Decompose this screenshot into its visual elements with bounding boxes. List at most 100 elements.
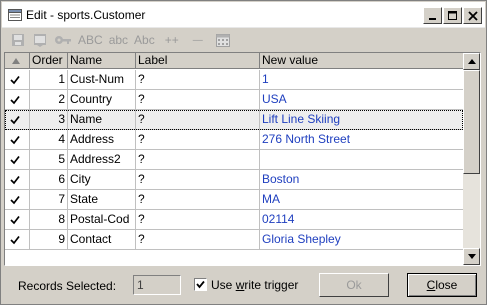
- edit-record-icon[interactable]: [32, 31, 48, 49]
- increment-button[interactable]: ++: [165, 31, 179, 49]
- order-cell: 1: [30, 70, 68, 90]
- label-cell[interactable]: ?: [136, 90, 260, 110]
- table-row[interactable]: 5 Address2?: [5, 150, 463, 170]
- label-cell[interactable]: ?: [136, 170, 260, 190]
- table-row[interactable]: 3 Name? Lift Line Skiing: [5, 110, 463, 130]
- label-cell[interactable]: ?: [136, 70, 260, 90]
- checkmark-icon[interactable]: [10, 215, 20, 225]
- order-cell: 9: [30, 230, 68, 250]
- order-cell: 2: [30, 90, 68, 110]
- new-value-cell[interactable]: USA: [260, 90, 463, 110]
- close-icon: [467, 10, 478, 21]
- new-value-cell[interactable]: 1: [260, 70, 463, 90]
- arrow-up-icon: [467, 59, 476, 64]
- calendar-icon[interactable]: [215, 31, 231, 49]
- footer: Records Selected: 1 Use write trigger Ok…: [2, 269, 485, 302]
- scroll-thumb[interactable]: [463, 70, 480, 174]
- checkmark-icon[interactable]: [10, 175, 20, 185]
- edit-window: Edit - sports.Customer ABC abc Abc ++ —: [0, 0, 487, 305]
- sort-indicator[interactable]: [5, 53, 30, 69]
- row-select-cell[interactable]: [5, 150, 30, 170]
- table-row[interactable]: 9 Contact? Gloria Shepley: [5, 230, 463, 250]
- column-header-name[interactable]: Name: [68, 53, 136, 69]
- table-row[interactable]: 7 State? MA: [5, 190, 463, 210]
- row-select-cell[interactable]: [5, 110, 30, 130]
- row-select-cell[interactable]: [5, 170, 30, 190]
- scroll-up-button[interactable]: [463, 53, 480, 70]
- column-header-new-value[interactable]: New value: [260, 53, 463, 69]
- minimize-button[interactable]: [423, 7, 442, 24]
- row-select-cell[interactable]: [5, 90, 30, 110]
- checkmark-icon[interactable]: [10, 135, 20, 145]
- row-select-cell[interactable]: [5, 130, 30, 150]
- column-header-label[interactable]: Label: [136, 53, 260, 69]
- label-cell[interactable]: ?: [136, 210, 260, 230]
- arrow-down-icon: [467, 254, 476, 259]
- write-trigger-label[interactable]: Use write trigger: [211, 278, 298, 292]
- new-value-cell[interactable]: 02114: [260, 210, 463, 230]
- records-selected-field: 1: [133, 275, 181, 295]
- label-cell[interactable]: ?: [136, 230, 260, 250]
- close-button[interactable]: Close: [407, 273, 477, 297]
- new-value-cell[interactable]: 276 North Street: [260, 130, 463, 150]
- write-trigger-checkbox[interactable]: [194, 278, 207, 291]
- close-window-button[interactable]: [463, 7, 482, 24]
- name-cell: City: [68, 170, 136, 190]
- name-cell: Address: [68, 130, 136, 150]
- label-cell[interactable]: ?: [136, 110, 260, 130]
- decrement-button[interactable]: —: [193, 31, 203, 49]
- sort-up-icon: [12, 58, 20, 64]
- new-value-cell[interactable]: Boston: [260, 170, 463, 190]
- uppercase-button[interactable]: ABC: [78, 31, 103, 49]
- new-value-cell[interactable]: [260, 150, 463, 170]
- checkmark-icon[interactable]: [10, 95, 20, 105]
- lowercase-button[interactable]: abc: [109, 31, 128, 49]
- order-cell: 7: [30, 190, 68, 210]
- row-select-cell[interactable]: [5, 70, 30, 90]
- new-value-cell[interactable]: MA: [260, 190, 463, 210]
- checkmark-icon[interactable]: [10, 195, 20, 205]
- new-value-cell[interactable]: Gloria Shepley: [260, 230, 463, 250]
- vertical-scrollbar[interactable]: [463, 53, 480, 265]
- new-value-cell[interactable]: Lift Line Skiing: [260, 110, 463, 130]
- checkmark-icon[interactable]: [10, 75, 20, 85]
- title-bar[interactable]: Edit - sports.Customer: [2, 2, 485, 28]
- order-cell: 5: [30, 150, 68, 170]
- scroll-down-button[interactable]: [463, 248, 480, 265]
- order-cell: 6: [30, 170, 68, 190]
- row-select-cell[interactable]: [5, 190, 30, 210]
- table-row[interactable]: 8 Postal-Cod? 02114: [5, 210, 463, 230]
- table-row[interactable]: 2 Country? USA: [5, 90, 463, 110]
- checkmark-icon[interactable]: [10, 235, 20, 245]
- table-row[interactable]: 1 Cust-Num? 1: [5, 70, 463, 90]
- toolbar: ABC abc Abc ++ —: [2, 29, 485, 51]
- table-row[interactable]: 4 Address? 276 North Street: [5, 130, 463, 150]
- name-cell: Cust-Num: [68, 70, 136, 90]
- label-cell[interactable]: ?: [136, 150, 260, 170]
- label-cell[interactable]: ?: [136, 190, 260, 210]
- maximize-button[interactable]: [443, 7, 462, 24]
- window-title: Edit - sports.Customer: [26, 8, 146, 22]
- records-selected-label: Records Selected:: [18, 279, 117, 293]
- checkmark-icon[interactable]: [10, 155, 20, 165]
- column-header-order[interactable]: Order: [30, 53, 68, 69]
- name-cell: Name: [68, 110, 136, 130]
- row-select-cell[interactable]: [5, 210, 30, 230]
- ok-button[interactable]: Ok: [319, 273, 389, 297]
- grid-header: Order Name Label New value: [5, 53, 463, 69]
- key-icon[interactable]: [54, 31, 72, 49]
- order-cell: 3: [30, 110, 68, 130]
- name-cell: Postal-Cod: [68, 210, 136, 230]
- fields-grid[interactable]: Order Name Label New value 1 Cust-Num? 1 2 C…: [4, 52, 481, 266]
- label-cell[interactable]: ?: [136, 130, 260, 150]
- window-icon: [8, 9, 22, 21]
- checkmark-icon[interactable]: [10, 115, 20, 125]
- save-record-icon[interactable]: [10, 31, 26, 49]
- name-cell: Contact: [68, 230, 136, 250]
- name-cell: State: [68, 190, 136, 210]
- name-cell: Address2: [68, 150, 136, 170]
- capitalize-button[interactable]: Abc: [134, 31, 155, 49]
- row-select-cell[interactable]: [5, 230, 30, 250]
- table-row[interactable]: 6 City? Boston: [5, 170, 463, 190]
- order-cell: 4: [30, 130, 68, 150]
